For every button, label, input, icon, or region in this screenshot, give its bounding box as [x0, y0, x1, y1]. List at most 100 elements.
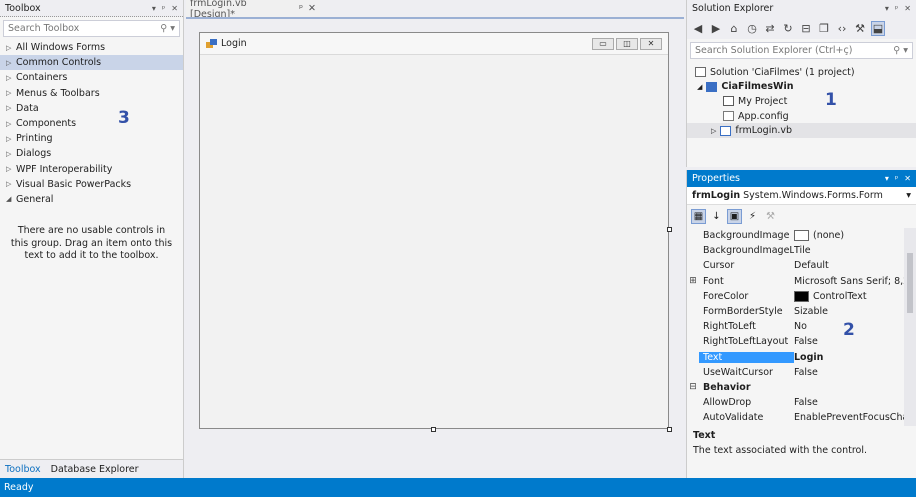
solution-tree-item[interactable]: ◢ CiaFilmesWin	[687, 80, 916, 95]
property-row[interactable]: AutoValidate EnablePreventFocusCha	[687, 410, 905, 425]
close-icon[interactable]: ✕	[904, 4, 911, 13]
designer-tab[interactable]: frmLogin.vb [Design]* ᵖ ✕	[186, 0, 320, 20]
designer-surface[interactable]: Login ▭ ◫ ✕	[186, 17, 684, 478]
solution-explorer-search-input[interactable]: Search Solution Explorer (Ctrl+ç) ⚲ ▾	[690, 42, 913, 59]
close-icon[interactable]: ✕	[171, 4, 178, 13]
maximize-icon[interactable]: ◫	[616, 37, 638, 50]
toolbox-group-4[interactable]: ▷ Data	[0, 101, 183, 116]
expanded-arrow-icon[interactable]: ◢	[6, 195, 16, 203]
sync-icon[interactable]: ⇄	[763, 22, 777, 35]
property-value[interactable]: False	[794, 397, 905, 408]
property-value[interactable]: Login	[794, 352, 905, 363]
tab-toolbox[interactable]: Toolbox	[0, 464, 46, 475]
collapsed-arrow-icon[interactable]: ▷	[6, 59, 16, 67]
chevron-down-icon[interactable]: ▾	[906, 190, 911, 201]
collapsed-arrow-icon[interactable]: ▷	[6, 89, 16, 97]
minimize-icon[interactable]: ▭	[592, 37, 614, 50]
resize-handle-bottom[interactable]	[431, 427, 436, 432]
close-tab-icon[interactable]: ✕	[308, 3, 316, 14]
property-row[interactable]: ⊞ Font Microsoft Sans Serif; 8,2...	[687, 274, 905, 289]
pin-icon[interactable]: ᵖ	[895, 174, 898, 183]
property-pages-icon[interactable]: ⚒	[763, 209, 778, 224]
toolbox-group-9[interactable]: ▷ Visual Basic PowerPacks	[0, 177, 183, 192]
property-row[interactable]: FormBorderStyle Sizable	[687, 304, 905, 319]
pin-icon[interactable]: ᵖ	[895, 4, 898, 13]
property-value[interactable]: ControlText	[794, 290, 905, 302]
history-icon[interactable]: ◷	[745, 22, 759, 35]
toolbox-group-2[interactable]: ▷ Containers	[0, 70, 183, 85]
toolbox-search-input[interactable]: Search Toolbox ⚲ ▾	[3, 20, 180, 37]
property-value[interactable]: (none)	[794, 230, 905, 242]
collapse-all-icon[interactable]: ⊟	[799, 22, 813, 35]
property-name: Behavior	[703, 381, 751, 393]
property-value[interactable]: EnablePreventFocusCha	[794, 412, 905, 423]
close-icon[interactable]: ✕	[904, 174, 911, 183]
collapsed-arrow-icon[interactable]: ▷	[6, 120, 16, 128]
pin-icon[interactable]: ᵖ	[162, 4, 165, 13]
expand-icon[interactable]: ⊟	[687, 382, 699, 392]
expand-icon[interactable]: ⊞	[687, 276, 699, 286]
toolbox-group-3[interactable]: ▷ Menus & Toolbars	[0, 86, 183, 101]
collapsed-arrow-icon[interactable]: ▷	[6, 135, 16, 143]
properties-view-icon[interactable]: ▣	[727, 208, 742, 224]
solution-tree-item[interactable]: Solution 'CiaFilmes' (1 project)	[687, 65, 916, 80]
property-value[interactable]: False	[794, 367, 905, 378]
property-value[interactable]: Sizable	[794, 306, 905, 317]
home-icon[interactable]: ⌂	[727, 22, 741, 35]
property-row[interactable]: ForeColor ControlText	[687, 289, 905, 304]
collapsed-arrow-icon[interactable]: ▷	[6, 44, 16, 52]
property-value[interactable]: Microsoft Sans Serif; 8,2...	[794, 276, 905, 287]
property-row[interactable]: Text Login	[687, 350, 905, 365]
events-icon[interactable]: ⚡	[745, 209, 760, 224]
view-code-icon[interactable]: ‹›	[835, 22, 849, 35]
solution-tree-item[interactable]: App.config	[687, 109, 916, 124]
search-icon[interactable]: ⚲ ▾	[160, 23, 175, 34]
collapsed-arrow-icon[interactable]: ▷	[6, 150, 16, 158]
back-icon[interactable]: ◀	[691, 22, 705, 35]
collapsed-arrow-icon[interactable]: ▷	[6, 180, 16, 188]
property-row[interactable]: BackgroundImage (none)	[687, 228, 905, 243]
toolbox-group-7[interactable]: ▷ Dialogs	[0, 146, 183, 161]
search-icon[interactable]: ⚲ ▾	[893, 45, 908, 56]
property-value[interactable]: Default	[794, 260, 905, 271]
resize-handle-right[interactable]	[667, 227, 672, 232]
toolbox-group-8[interactable]: ▷ WPF Interoperability	[0, 162, 183, 177]
property-row[interactable]: Cursor Default	[687, 258, 905, 273]
toolbox-group-5[interactable]: ▷ Components	[0, 116, 183, 131]
property-row[interactable]: RightToLeft No	[687, 319, 905, 334]
solution-tree-item[interactable]: My Project	[687, 94, 916, 109]
close-form-icon[interactable]: ✕	[640, 37, 662, 50]
dropdown-icon[interactable]: ▾	[885, 174, 889, 183]
solution-tree-item[interactable]: ▷ frmLogin.vb	[687, 123, 916, 138]
collapsed-arrow-icon[interactable]: ▷	[6, 74, 16, 82]
property-grid-scrollbar[interactable]	[904, 228, 916, 426]
property-value[interactable]: Tile	[794, 245, 905, 256]
object-selector[interactable]: frmLogin System.Windows.Forms.Form ▾	[687, 187, 916, 205]
alphabetical-icon[interactable]: ↓	[709, 209, 724, 224]
toolbox-group-6[interactable]: ▷ Printing	[0, 131, 183, 146]
dropdown-icon[interactable]: ▾	[885, 4, 889, 13]
toolbox-group-10[interactable]: ◢ General	[0, 192, 183, 207]
property-row[interactable]: AllowDrop False	[687, 395, 905, 410]
tab-database-explorer[interactable]: Database Explorer	[46, 464, 144, 475]
property-category-row[interactable]: ⊟ Behavior	[687, 380, 905, 395]
tree-arrow-icon[interactable]: ▷	[711, 127, 716, 135]
resize-handle-corner[interactable]	[667, 427, 672, 432]
show-all-files-icon[interactable]: ❐	[817, 22, 831, 35]
collapsed-arrow-icon[interactable]: ▷	[6, 165, 16, 173]
collapsed-arrow-icon[interactable]: ▷	[6, 104, 16, 112]
forward-icon[interactable]: ▶	[709, 22, 723, 35]
property-row[interactable]: BackgroundImageLayTile	[687, 243, 905, 258]
toolbox-group-0[interactable]: ▷ All Windows Forms	[0, 40, 183, 55]
view-designer-icon[interactable]: ⬓	[871, 20, 885, 36]
pin-icon[interactable]: ᵖ	[299, 3, 303, 14]
property-row[interactable]: RightToLeftLayout False	[687, 334, 905, 349]
properties-icon[interactable]: ⚒	[853, 22, 867, 35]
form-preview[interactable]: Login ▭ ◫ ✕	[199, 32, 669, 429]
refresh-icon[interactable]: ↻	[781, 22, 795, 35]
dropdown-icon[interactable]: ▾	[152, 4, 156, 13]
tree-arrow-icon[interactable]: ◢	[697, 83, 702, 91]
categorized-icon[interactable]: ▦	[691, 208, 706, 224]
property-row[interactable]: UseWaitCursor False	[687, 365, 905, 380]
toolbox-group-1[interactable]: ▷ Common Controls	[0, 55, 183, 71]
